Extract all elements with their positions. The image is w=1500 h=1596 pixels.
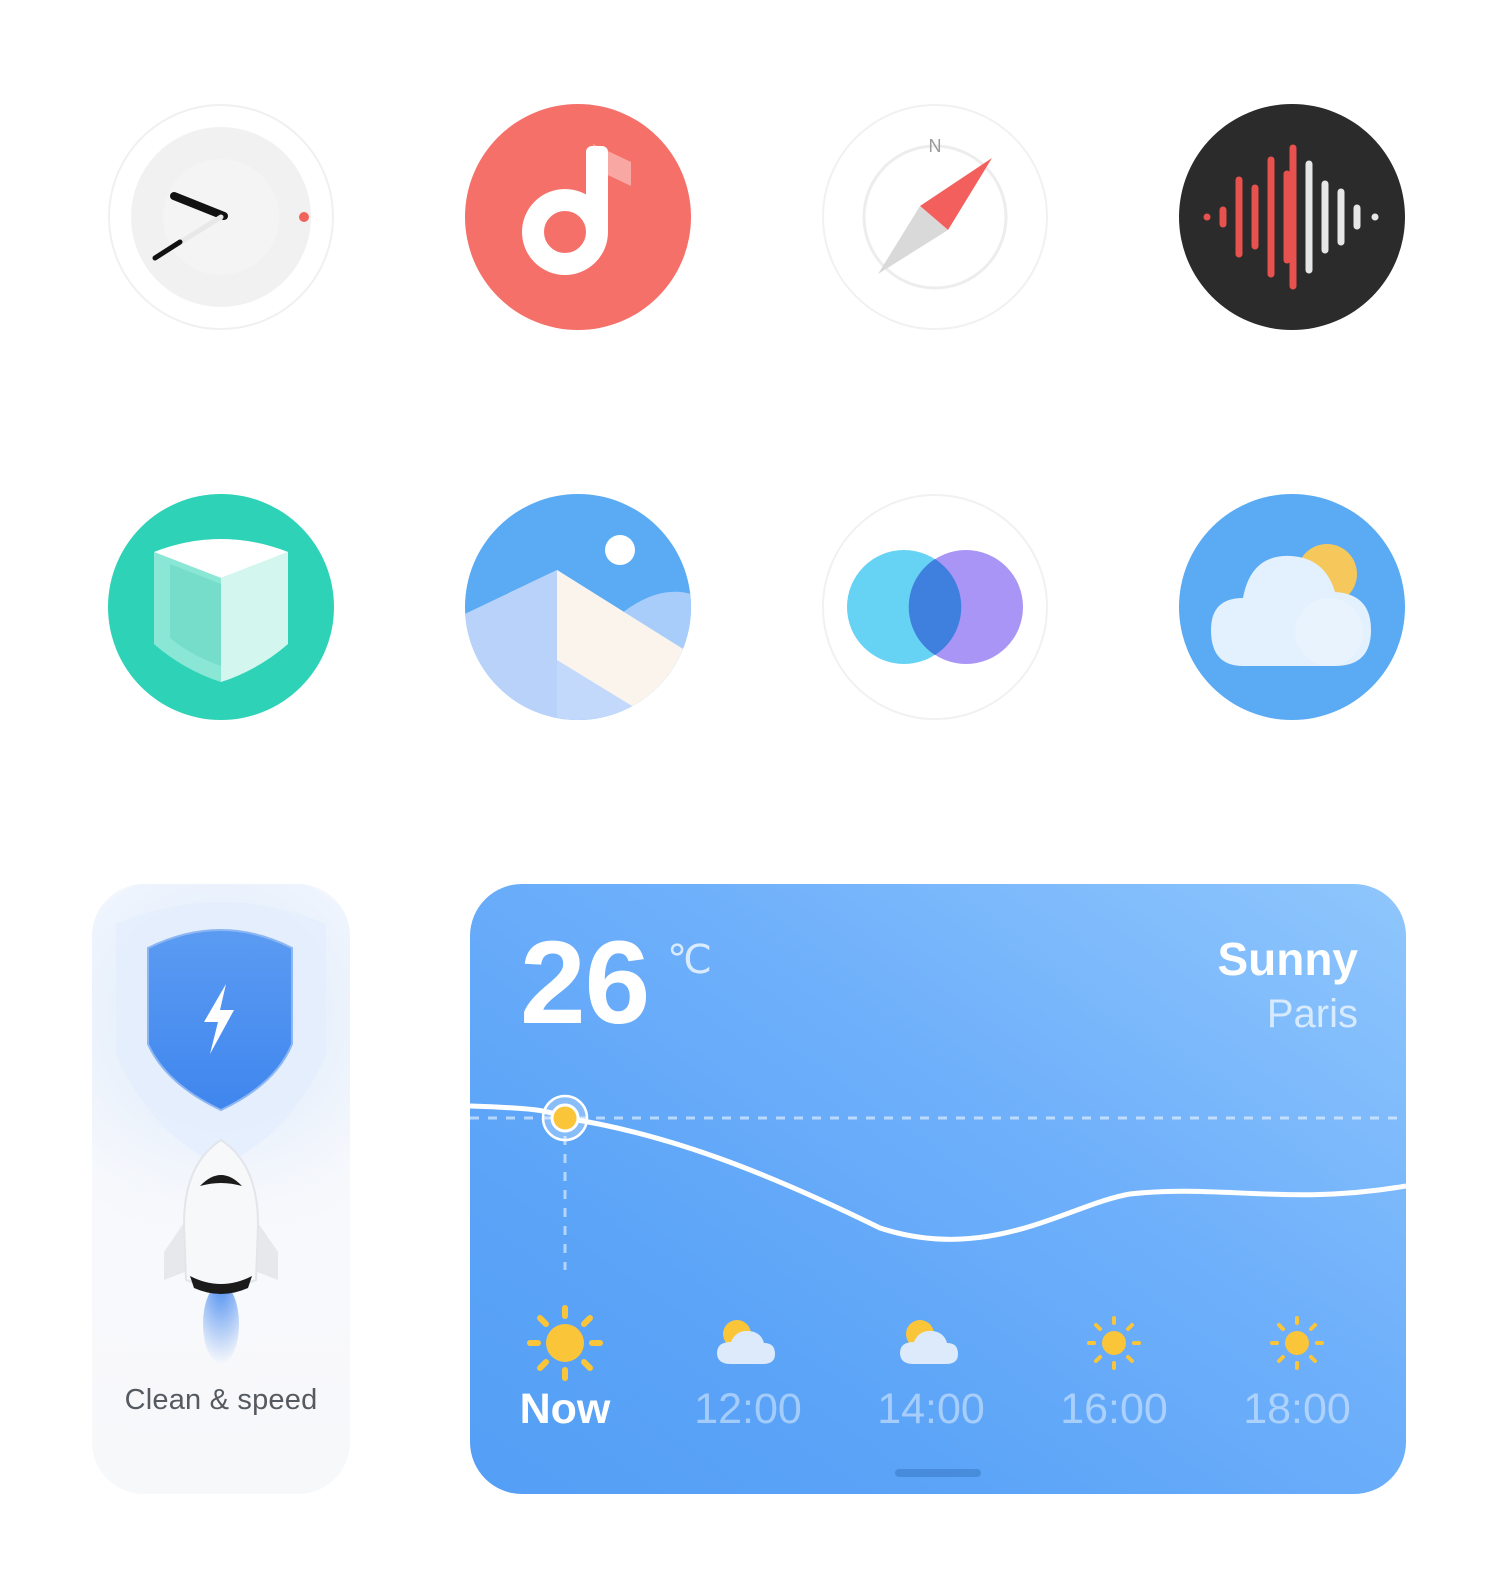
clock-app-icon[interactable] [108, 104, 334, 330]
weather-condition: Sunny [1217, 933, 1358, 985]
sun-icon [527, 1305, 603, 1381]
partly-cloudy-icon [900, 1320, 958, 1364]
cloud-sun-icon [1179, 494, 1405, 720]
weather-widget[interactable]: 26 ℃ Sunny Paris Now 12:00 14:00 16:00 1… [470, 884, 1406, 1494]
security-app-icon[interactable] [108, 494, 334, 720]
shield-cube-icon [108, 494, 334, 720]
themes-app-icon[interactable] [822, 494, 1048, 720]
hour-forecast-1400: 14:00 [841, 1304, 1021, 1431]
hour-label: 16:00 [1060, 1385, 1168, 1433]
music-note-icon [465, 104, 691, 330]
gallery-app-icon[interactable] [465, 494, 691, 720]
clean-speed-widget[interactable]: Clean & speed [92, 884, 350, 1494]
sound-wave-icon [1179, 104, 1405, 330]
hour-label: Now [519, 1385, 611, 1433]
clean-speed-label: Clean & speed [124, 1384, 318, 1416]
weather-app-icon[interactable] [1179, 494, 1405, 720]
overlapping-circles-icon [822, 494, 1048, 720]
temperature-unit: ℃ [667, 938, 712, 982]
mountain-photo-icon [465, 494, 691, 720]
city-name: Paris [1266, 992, 1358, 1036]
sun-icon [1270, 1316, 1324, 1370]
clock-icon [108, 104, 334, 330]
music-app-icon[interactable] [465, 104, 691, 330]
temperature-value: 26 [520, 917, 650, 1049]
hour-forecast-now: Now [475, 1304, 655, 1431]
hour-label: 18:00 [1243, 1385, 1351, 1433]
partly-cloudy-icon [717, 1320, 775, 1364]
hour-label: 12:00 [694, 1385, 802, 1433]
hour-forecast-1800: 18:00 [1207, 1304, 1387, 1431]
hour-forecast-1200: 12:00 [658, 1304, 838, 1431]
compass-app-icon[interactable]: N [822, 104, 1048, 330]
hour-label: 14:00 [877, 1385, 985, 1433]
widget-drag-handle[interactable] [895, 1469, 981, 1477]
current-temperature-marker [541, 1094, 589, 1142]
sun-icon [1087, 1316, 1141, 1370]
compass-icon: N [822, 104, 1048, 330]
compass-north-label: N [929, 136, 942, 156]
recorder-app-icon[interactable] [1179, 104, 1405, 330]
hour-forecast-1600: 16:00 [1024, 1304, 1204, 1431]
